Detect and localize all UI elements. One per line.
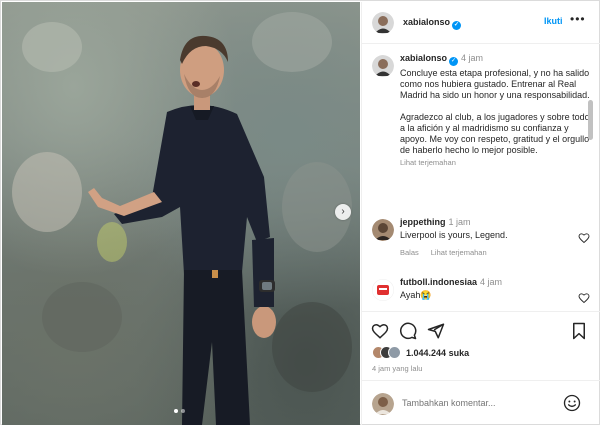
commenter-username[interactable]: jeppething — [400, 217, 446, 227]
heart-icon[interactable] — [578, 232, 590, 244]
caption-author-avatar[interactable] — [372, 55, 394, 77]
chevron-right-icon: › — [341, 206, 345, 217]
post-header: xabialonso ✓ Ikuti ••• — [362, 2, 600, 44]
post-actions: 1.044.244 suka 4 jam yang lalu — [362, 311, 600, 379]
comment-item: futboll.indonesiaa 4 jam Ayah😭 — [372, 277, 592, 304]
comments-scrollbar[interactable] — [588, 100, 593, 140]
commenter-username[interactable]: futboll.indonesiaa — [400, 277, 477, 287]
commenter-avatar[interactable] — [372, 219, 394, 241]
commenter-avatar[interactable] — [372, 279, 394, 301]
share-send-icon[interactable] — [427, 322, 445, 340]
comment-bubble-icon[interactable] — [399, 322, 417, 340]
add-comment-input[interactable] — [402, 398, 562, 408]
heart-icon[interactable] — [578, 292, 590, 304]
caption-author-username[interactable]: xabialonso — [400, 53, 447, 63]
comment-composer — [362, 380, 600, 425]
post-timestamp[interactable]: 4 jam yang lalu — [372, 364, 422, 373]
follow-button[interactable]: Ikuti — [544, 16, 563, 26]
likes-count-number: 1.044.244 — [406, 348, 447, 358]
carousel-next-button[interactable]: › — [335, 204, 351, 220]
author-avatar[interactable] — [372, 12, 394, 34]
caption-timestamp[interactable]: 4 jam — [461, 53, 483, 63]
comment-timestamp[interactable]: 1 jam — [449, 217, 471, 227]
caption-text: Concluye esta etapa profesional, y no ha… — [400, 68, 590, 155]
comments-area[interactable]: xabialonso ✓ 4 jam Concluye esta etapa pro… — [362, 45, 600, 310]
comment-text: Liverpool is yours, Legend. — [400, 230, 508, 240]
comment-timestamp[interactable]: 4 jam — [480, 277, 502, 287]
author-username-text: xabialonso — [403, 17, 451, 27]
likes-count-suffix: suka — [448, 348, 470, 358]
carousel-dot-active — [174, 409, 178, 413]
carousel-indicator — [174, 409, 185, 413]
comment-translate-link[interactable]: Lihat terjemahan — [431, 248, 487, 257]
post-image[interactable]: › — [2, 2, 360, 425]
post-caption: xabialonso ✓ 4 jam Concluye esta etapa pro… — [372, 53, 592, 167]
carousel-dot — [181, 409, 185, 413]
viewer-avatar — [372, 393, 394, 415]
likes-count[interactable]: 1.044.244 suka — [406, 348, 469, 358]
likes-summary[interactable]: 1.044.244 suka — [372, 346, 469, 360]
reply-button[interactable]: Balas — [400, 248, 419, 257]
emoji-icon[interactable] — [563, 394, 581, 412]
coach-figure — [88, 35, 276, 425]
save-bookmark-icon[interactable] — [570, 322, 588, 340]
liker-avatars — [372, 346, 402, 360]
author-username[interactable]: xabialonso ✓ — [403, 17, 462, 30]
verified-badge-icon: ✓ — [452, 21, 462, 30]
comment-text: Ayah😭 — [400, 290, 432, 300]
instagram-post-window: › xabialonso ✓ Ikuti ••• xabialonso ✓ 4 jam… — [0, 0, 600, 425]
liker-avatar — [388, 346, 401, 359]
post-sidebar: xabialonso ✓ Ikuti ••• xabialonso ✓ 4 jam C… — [361, 2, 600, 425]
verified-badge-icon: ✓ — [449, 57, 459, 66]
more-options-icon[interactable]: ••• — [570, 12, 586, 26]
like-heart-icon[interactable] — [371, 322, 389, 340]
caption-translate-link[interactable]: Lihat terjemahan — [400, 158, 592, 167]
comment-item: jeppething 1 jam Liverpool is yours, Lege… — [372, 217, 592, 257]
